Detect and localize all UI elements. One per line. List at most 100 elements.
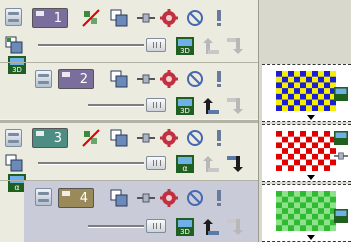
checker-cell [288, 71, 294, 77]
layer-transform-icon[interactable] [110, 9, 128, 27]
checker-cell [294, 219, 300, 226]
mask-icon[interactable] [5, 154, 23, 172]
layer-name-box[interactable]: 2 [58, 69, 94, 89]
checker-cell [318, 153, 324, 160]
checker-cell [276, 148, 282, 155]
checker-cell [312, 105, 318, 111]
slider-thumb[interactable] [146, 156, 166, 170]
checker-cell [282, 165, 288, 171]
layer-toggle-button[interactable] [5, 129, 22, 147]
layer-transform-icon[interactable] [110, 129, 128, 147]
checker-cell [288, 153, 294, 160]
checker-cell [300, 76, 306, 83]
gear-icon[interactable] [160, 189, 178, 207]
mask-icon[interactable] [5, 36, 23, 54]
layer-thumbnail[interactable] [262, 184, 351, 242]
3d-badge-text: 3D [180, 47, 190, 55]
layer-transform-icon[interactable] [110, 70, 128, 88]
3d-icon[interactable]: 3D [176, 97, 194, 115]
layer-name: 2 [79, 72, 88, 87]
gear-icon[interactable] [160, 129, 178, 147]
checker-cell [324, 105, 330, 111]
layer-1: 1 3D 3D [0, 0, 258, 74]
info-icon[interactable] [210, 129, 228, 147]
checker-cell [324, 191, 330, 197]
checker-cell [300, 82, 306, 89]
layer-toggle-button[interactable] [35, 188, 52, 206]
opacity-slider[interactable] [38, 38, 166, 52]
lock-scatter-icon[interactable] [82, 9, 100, 27]
checker-cell [324, 208, 330, 215]
link-icon[interactable] [137, 189, 155, 207]
layer-transform-icon[interactable] [110, 189, 128, 207]
layer-thumbnail[interactable] [262, 64, 351, 122]
ban-icon[interactable] [186, 129, 204, 147]
move-up-arrow-icon[interactable] [202, 155, 220, 173]
link-icon[interactable] [137, 9, 155, 27]
checker-cell [324, 219, 330, 226]
info-icon[interactable] [210, 9, 228, 27]
checker-cell [306, 136, 312, 143]
checker-cell [312, 99, 318, 106]
info-icon[interactable] [210, 189, 228, 207]
checker-cell [318, 213, 324, 220]
3d-icon [334, 87, 348, 101]
opacity-slider[interactable] [88, 219, 166, 233]
lock-scatter-icon[interactable] [82, 129, 100, 147]
slider-thumb[interactable] [146, 38, 166, 52]
layer-toggle-button[interactable] [5, 8, 22, 26]
opacity-slider[interactable] [88, 98, 166, 112]
move-down-arrow-icon[interactable] [226, 37, 244, 55]
thumbnail-marker [307, 235, 315, 240]
checker-cell [282, 191, 288, 197]
move-down-arrow-icon[interactable] [226, 97, 244, 115]
info-icon[interactable] [210, 70, 228, 88]
3d-icon[interactable]: 3D [176, 37, 194, 55]
checker-cell [294, 202, 300, 209]
move-down-arrow-icon[interactable] [226, 218, 244, 236]
layer-name: 4 [79, 191, 88, 206]
checker-cell [312, 131, 318, 137]
checker-cell [330, 196, 336, 203]
checker-cell [300, 225, 306, 231]
opacity-slider[interactable] [38, 156, 166, 170]
layer-thumbnail[interactable] [262, 124, 351, 182]
checker-cell [294, 99, 300, 106]
checker-cell [288, 131, 294, 137]
link-icon[interactable] [137, 129, 155, 147]
3d-icon[interactable]: 3D [176, 218, 194, 236]
gear-icon[interactable] [160, 9, 178, 27]
checker-cell [282, 142, 288, 149]
checker-cell [318, 196, 324, 203]
checker-cell [282, 131, 288, 137]
slider-thumb[interactable] [146, 98, 166, 112]
link-icon[interactable] [137, 70, 155, 88]
layer-toggle-button[interactable] [35, 70, 52, 88]
checker-cell [288, 202, 294, 209]
move-down-arrow-icon[interactable] [226, 155, 244, 173]
ban-icon[interactable] [186, 9, 204, 27]
checker-cell [324, 71, 330, 77]
checker-cell [294, 142, 300, 149]
checker-cell [306, 82, 312, 89]
slider-thumb[interactable] [146, 219, 166, 233]
layer-name-box[interactable]: 1 [32, 8, 68, 28]
move-up-arrow-icon[interactable] [202, 37, 220, 55]
layer-tab-marker [36, 11, 44, 16]
move-up-arrow-icon[interactable] [202, 218, 220, 236]
alpha-icon[interactable]: α [176, 155, 194, 173]
checker-cell [312, 219, 318, 226]
checker-cell [312, 142, 318, 149]
checker-cell [300, 142, 306, 149]
layer-name-box[interactable]: 4 [58, 188, 94, 208]
checker-cell [318, 159, 324, 166]
gear-icon[interactable] [160, 70, 178, 88]
move-up-arrow-icon[interactable] [202, 97, 220, 115]
checker-cell [282, 88, 288, 95]
checker-cell [282, 148, 288, 155]
ban-icon[interactable] [186, 189, 204, 207]
checker-cell [282, 159, 288, 166]
checker-cell [300, 71, 306, 77]
ban-icon[interactable] [186, 70, 204, 88]
layer-name-box[interactable]: 3 [32, 128, 68, 148]
